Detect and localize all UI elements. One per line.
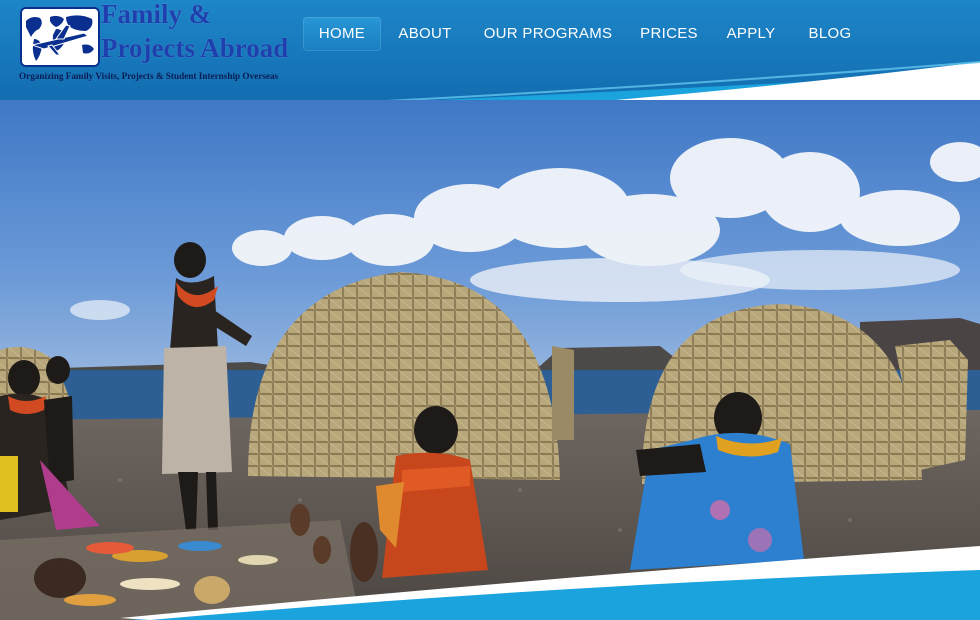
nav-about[interactable]: ABOUT <box>392 17 458 51</box>
nav-prices[interactable]: PRICES <box>636 17 702 51</box>
brand-title-line1: Family & <box>101 0 212 29</box>
site-logo[interactable]: Family & Projects Abroad Organizing Fami… <box>19 0 319 85</box>
footer-swoosh <box>120 546 980 620</box>
airplane-globe-icon <box>20 7 100 67</box>
nav-blog[interactable]: BLOG <box>800 17 860 51</box>
brand-title-line2: Projects Abroad <box>101 33 289 63</box>
nav-our-programs[interactable]: OUR PROGRAMS <box>478 17 618 51</box>
brand-tagline: Organizing Family Visits, Projects & Stu… <box>19 71 279 81</box>
nav-apply[interactable]: APPLY <box>720 17 782 51</box>
nav-home[interactable]: HOME <box>303 17 381 51</box>
